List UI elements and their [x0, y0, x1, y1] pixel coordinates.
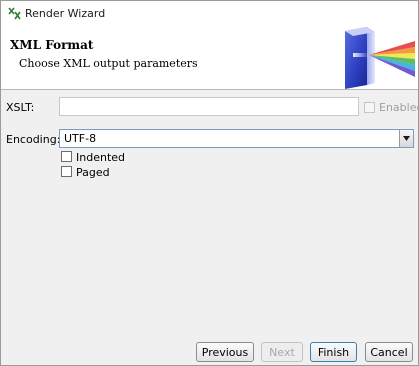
page-title: XML Format [10, 38, 94, 52]
paged-label: Paged [76, 166, 110, 179]
next-button[interactable]: Next [261, 342, 303, 362]
chevron-down-icon[interactable] [399, 130, 413, 147]
indented-label: Indented [76, 151, 126, 164]
window-title: Render Wizard [25, 7, 106, 20]
title-bar: Render Wizard [1, 1, 418, 27]
finish-button[interactable]: Finish [310, 342, 357, 362]
cancel-button[interactable]: Cancel [365, 342, 413, 362]
xml-prism-graphic [345, 27, 415, 89]
render-wizard-window: Render Wizard XML Format Choose XML outp… [0, 0, 419, 366]
app-icon [8, 7, 21, 20]
wizard-header: XML Format Choose XML output parameters [1, 27, 418, 90]
encoding-select[interactable]: UTF-8 [59, 129, 414, 148]
encoding-value: UTF-8 [64, 132, 97, 145]
xslt-enabled-label: Enabled [379, 101, 418, 114]
xslt-enabled-checkbox[interactable] [364, 102, 375, 113]
paged-checkbox[interactable] [61, 166, 72, 177]
indented-checkbox[interactable] [61, 151, 72, 162]
xslt-input[interactable] [59, 97, 359, 116]
xslt-label: XSLT: [6, 101, 35, 114]
page-subtitle: Choose XML output parameters [19, 57, 198, 70]
previous-button[interactable]: Previous [196, 342, 254, 362]
encoding-label: Encoding: [6, 133, 61, 146]
